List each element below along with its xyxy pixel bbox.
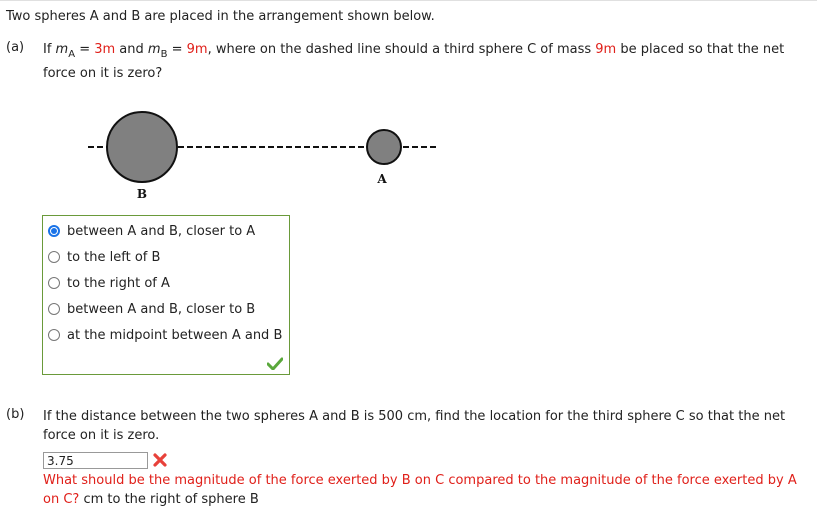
part-b-label: (b) [6, 407, 25, 422]
radio[interactable] [48, 277, 60, 289]
choice-left-of-b[interactable]: to the left of B [48, 248, 160, 266]
sphere-a-label: A [376, 172, 387, 186]
radio-selected[interactable] [48, 225, 60, 237]
part-a-question: If mA = 3m and mB = 9m, where on the das… [43, 42, 785, 81]
feedback: What should be the magnitude of the forc… [43, 471, 813, 509]
choice-right-of-a[interactable]: to the right of A [48, 274, 170, 292]
answer-input[interactable] [43, 452, 148, 469]
top-divider [0, 0, 817, 1]
choice-between-closer-a[interactable]: between A and B, closer to A [48, 222, 255, 240]
choice-between-closer-b[interactable]: between A and B, closer to B [48, 300, 255, 318]
part-a-label: (a) [6, 40, 25, 55]
unit-text: cm to the right of sphere B [79, 492, 259, 507]
answer-choices: between A and B, closer to A to the left… [42, 215, 290, 375]
sphere-b [106, 111, 178, 183]
mass-b-value: 9m [186, 42, 208, 57]
radio[interactable] [48, 329, 60, 341]
sphere-a [366, 129, 402, 165]
choice-midpoint[interactable]: at the midpoint between A and B [48, 326, 282, 344]
radio[interactable] [48, 303, 60, 315]
question-intro: Two spheres A and B are placed in the ar… [6, 9, 435, 24]
radio[interactable] [48, 251, 60, 263]
part-b-question: If the distance between the two spheres … [43, 409, 786, 443]
spheres-diagram: B A [88, 111, 437, 201]
mass-a-value: 3m [94, 42, 116, 57]
incorrect-x-icon [153, 453, 167, 467]
mass-c-value: 9m [595, 42, 617, 57]
sphere-b-label: B [137, 187, 147, 201]
checkmark-icon [267, 357, 283, 370]
